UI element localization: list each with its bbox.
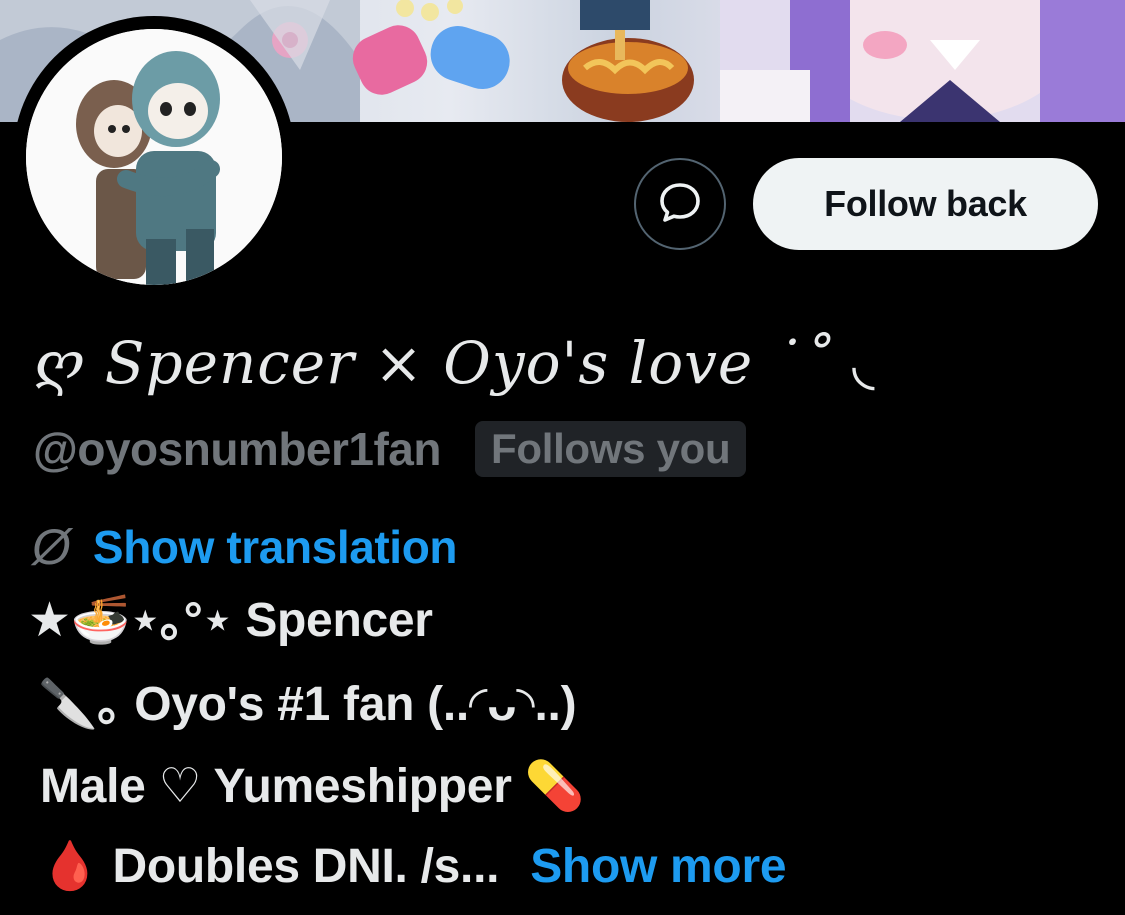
display-name: ღ Spencer × Oyo's love ˙˚ ◟ <box>34 329 876 397</box>
bio-line-1: ★🍜⋆｡°⋆ Spencer <box>28 594 433 647</box>
follow-back-label: Follow back <box>824 183 1027 224</box>
bio-line-3: Male ♡ Yumeshipper 💊 <box>40 760 585 813</box>
bio-line-4-text: 🩸 Doubles DNI. /s... <box>40 840 500 893</box>
follow-back-button[interactable]: Follow back <box>753 158 1098 250</box>
avatar-image <box>26 29 282 285</box>
message-bubble-icon <box>658 180 702 229</box>
profile-page: Follow back ღ Spencer × Oyo's love ˙˚ ◟ … <box>0 0 1125 915</box>
follows-you-badge: Follows you <box>474 421 747 477</box>
username-handle: @oyosnumber1fan <box>33 423 441 475</box>
show-translation-label: Show translation <box>92 521 458 573</box>
bio-line-2: 🔪｡ Oyo's #1 fan (..◜ᴗ◝..) <box>38 678 577 731</box>
show-translation-link[interactable]: Ø Show translation <box>32 516 457 578</box>
message-button[interactable] <box>634 158 726 250</box>
avatar[interactable] <box>13 16 295 298</box>
bio-line-4: 🩸 Doubles DNI. /s... Show more <box>40 832 787 902</box>
handle-row: @oyosnumber1fan Follows you <box>33 418 747 480</box>
translate-slash-icon: Ø <box>32 519 71 575</box>
show-more-link[interactable]: Show more <box>530 840 786 893</box>
